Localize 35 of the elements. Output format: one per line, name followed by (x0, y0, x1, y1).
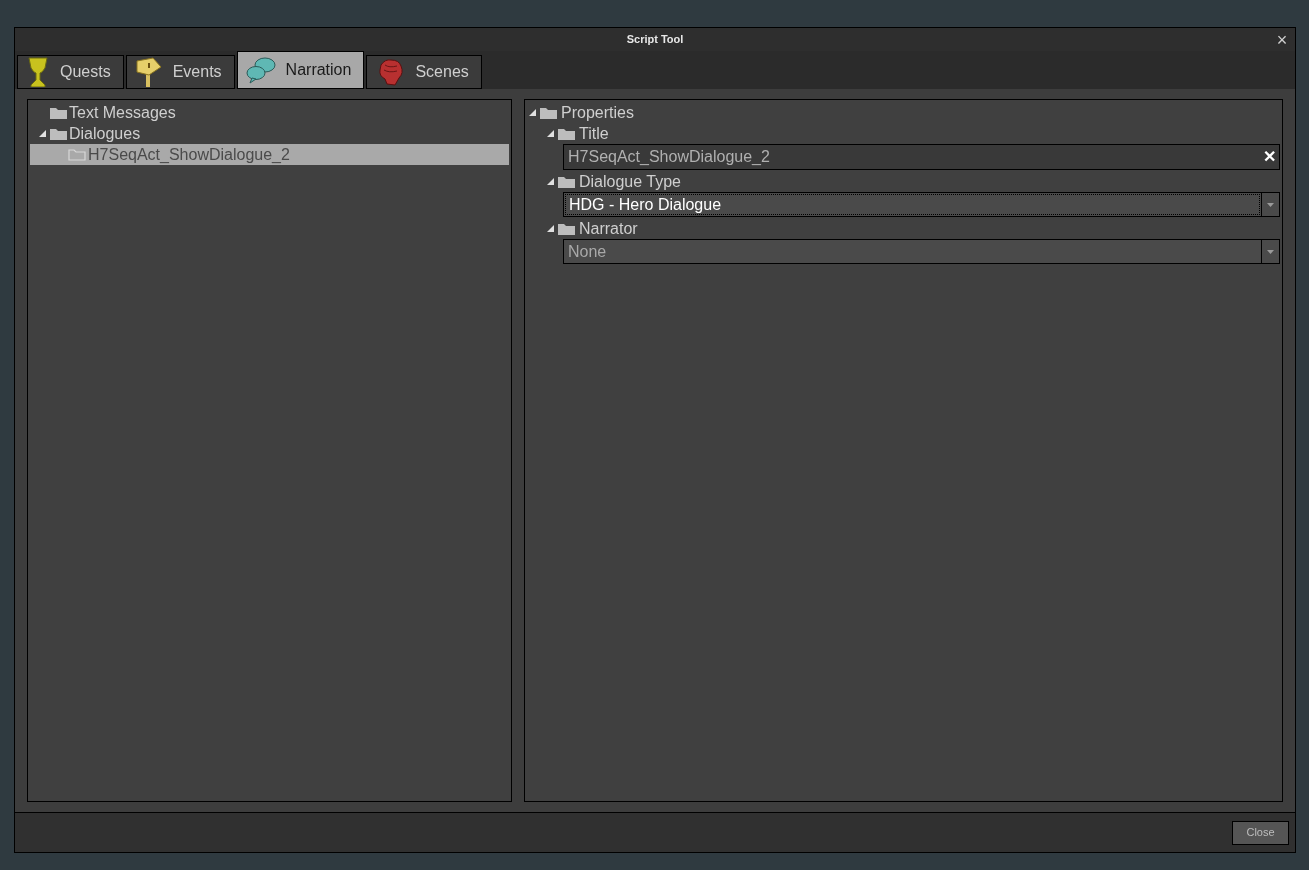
tab[interactable]: Quests (17, 55, 124, 89)
dropdown[interactable]: HDG - Hero Dialogue (563, 192, 1280, 217)
tree-item[interactable]: Narrator (525, 218, 1280, 239)
tree-item[interactable]: Title (525, 123, 1280, 144)
signpost-icon (134, 57, 163, 87)
tree-item[interactable]: Properties (525, 102, 1280, 123)
clear-button[interactable]: ✕ (1259, 145, 1279, 169)
dropdown[interactable]: None (563, 239, 1280, 264)
title-field[interactable]: H7SeqAct_ShowDialogue_2 ✕ (563, 144, 1280, 170)
expanded-arrow-icon[interactable] (547, 178, 554, 185)
folder-icon (540, 106, 557, 119)
window-title: Script Tool (626, 32, 684, 48)
tab[interactable]: Narration (236, 51, 365, 89)
folder-icon (558, 175, 575, 188)
tree-item[interactable]: H7SeqAct_ShowDialogue_2 (30, 144, 509, 165)
tree-item[interactable]: Text Messages (30, 102, 509, 123)
expanded-arrow-icon[interactable] (547, 130, 554, 137)
close-button[interactable]: × (1273, 28, 1291, 51)
expanded-arrow-icon[interactable] (547, 225, 554, 232)
speech-bubbles-icon (245, 56, 276, 84)
folder-icon (50, 106, 67, 119)
tab[interactable]: Events (125, 55, 235, 89)
folder-icon (50, 127, 67, 140)
folder-icon (558, 127, 575, 140)
goblet-icon (26, 57, 50, 87)
dropdown-arrow-icon (1267, 249, 1274, 254)
tree-item[interactable]: Dialogue Type (525, 171, 1280, 192)
expanded-arrow-icon[interactable] (38, 130, 46, 137)
folder-icon (558, 222, 575, 235)
expanded-arrow-icon[interactable] (529, 109, 536, 116)
close-button[interactable]: Close (1232, 820, 1289, 845)
tab[interactable]: Scenes (366, 55, 482, 89)
tree-item[interactable]: Dialogues (30, 123, 509, 144)
folder-icon (68, 148, 86, 161)
dropdown-arrow-icon (1267, 202, 1274, 207)
